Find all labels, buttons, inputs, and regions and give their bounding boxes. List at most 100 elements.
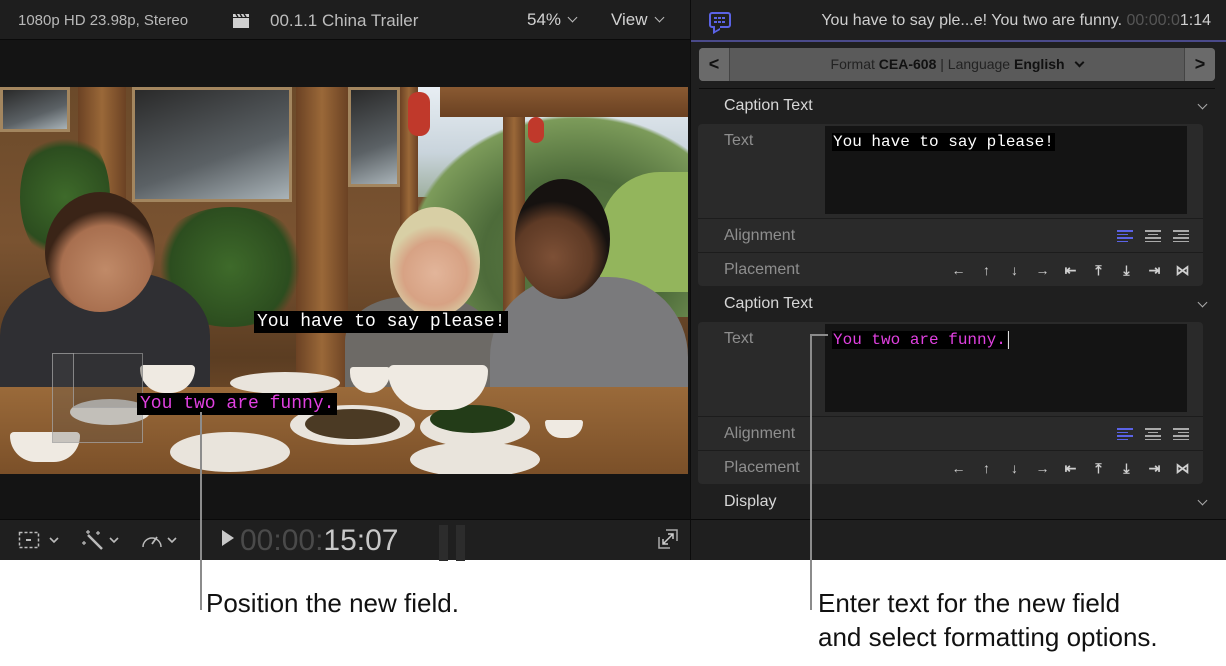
viewer: 1080p HD 23.98p, Stereo 00.1.1 China Tra… (0, 0, 690, 561)
enhance-menu[interactable] (82, 529, 124, 551)
alignment-buttons (1117, 428, 1189, 440)
divider (699, 88, 1215, 89)
caption-text-value: You two are funny. (832, 331, 1007, 349)
align-right-edge-icon[interactable]: ⇥ (1146, 460, 1163, 476)
format-info: 1080p HD 23.98p, Stereo (18, 12, 189, 29)
inspector-header: You have to say ple...e! You two are fun… (691, 0, 1226, 42)
inspector-title: You have to say ple...e! You two are fun… (821, 12, 1211, 30)
caption-summary: You have to say ple...e! You two are fun… (821, 12, 1123, 29)
callout-position-field: Position the new field. (206, 588, 459, 618)
section-caption-text-2[interactable]: Caption Text (724, 295, 813, 313)
align-left-icon[interactable] (1117, 428, 1133, 440)
separator: | (940, 56, 944, 72)
align-left-icon[interactable] (1117, 230, 1133, 242)
clip-title: 00.1.1 China Trailer (270, 11, 419, 30)
caption-position-handle-inner (73, 353, 143, 408)
scene-lantern (528, 117, 544, 143)
video-frame[interactable]: You have to say please! You two are funn… (0, 87, 688, 474)
chevron-down-icon[interactable] (1197, 99, 1208, 110)
text-label: Text (724, 330, 754, 347)
chevron-down-icon (654, 12, 664, 23)
inspector-footer (691, 519, 1226, 560)
scene-window (348, 87, 400, 187)
section-display[interactable]: Display (724, 493, 776, 511)
row-divider (698, 450, 1203, 451)
format-label: Format (830, 56, 875, 72)
align-right-icon[interactable] (1173, 428, 1189, 440)
placement-buttons: ← ↑ ↓ → ⇤ ⤒ ⤓ ⇥ ⋈ (950, 262, 1191, 278)
scene-window (132, 87, 292, 202)
callout-line-right-tick (810, 334, 828, 336)
chevron-down-icon (1074, 57, 1085, 68)
next-caption-button[interactable]: > (1184, 48, 1215, 81)
play-icon[interactable] (222, 530, 234, 546)
caption-text-value: You have to say please! (832, 133, 1055, 151)
align-right-icon[interactable] (1173, 230, 1189, 242)
text-label: Text (724, 132, 754, 149)
placement-label: Placement (724, 261, 800, 278)
move-up-icon[interactable]: ↑ (978, 460, 995, 476)
chevron-down-icon[interactable] (1197, 297, 1208, 308)
move-down-icon[interactable]: ↓ (1006, 262, 1023, 278)
chevron-down-icon (567, 12, 578, 23)
align-right-edge-icon[interactable]: ⇥ (1146, 262, 1163, 278)
fullscreen-icon (658, 529, 678, 549)
align-bottom-edge-icon[interactable]: ⤓ (1118, 460, 1135, 476)
scene-post (503, 87, 525, 317)
zoom-value: 54% (527, 10, 562, 29)
align-center-icon[interactable] (1145, 230, 1161, 242)
scene-lantern (408, 92, 430, 136)
format-value: CEA-608 (878, 56, 937, 72)
scene-post (296, 87, 348, 387)
scene-person-left-head (45, 192, 155, 312)
move-right-icon[interactable]: → (1034, 460, 1051, 476)
caption-overlay-2[interactable]: You two are funny. (137, 393, 338, 415)
captions-icon-line (714, 17, 726, 19)
center-horizontal-icon[interactable]: ⋈ (1174, 460, 1191, 476)
row-divider (698, 218, 1203, 219)
align-top-edge-icon[interactable]: ⤒ (1090, 460, 1107, 476)
section-caption-text-1[interactable]: Caption Text (724, 97, 813, 115)
caption-text-field-1[interactable]: You have to say please! (825, 126, 1187, 214)
row-divider (698, 416, 1203, 417)
transform-menu[interactable] (18, 529, 66, 551)
caption-overlay-1[interactable]: You have to say please! (254, 311, 509, 333)
callout-line-left (200, 412, 202, 610)
align-center-icon[interactable] (1145, 428, 1161, 440)
callout-enter-text-line1: Enter text for the new field (818, 588, 1121, 618)
caption-text-field-2[interactable]: You two are funny. (825, 324, 1187, 412)
text-cursor (1007, 330, 1009, 349)
scene-person-right-head (515, 179, 610, 299)
fullscreen-button[interactable] (658, 529, 678, 551)
callout-enter-text-line2: and select formatting options. (818, 622, 1158, 652)
previous-caption-button[interactable]: < (699, 48, 730, 81)
move-down-icon[interactable]: ↓ (1006, 460, 1023, 476)
header-timecode-dim: 00:00:0 (1126, 12, 1180, 29)
move-right-icon[interactable]: → (1034, 262, 1051, 278)
align-top-edge-icon[interactable]: ⤒ (1090, 262, 1107, 278)
timecode-dim: 00:00: (240, 524, 324, 557)
audio-meter-left (439, 525, 448, 561)
zoom-menu[interactable]: 54% (527, 10, 578, 30)
viewer-toolbar: 00:00:15:07 (0, 519, 690, 561)
clapperboard-icon (233, 13, 249, 28)
placement-buttons: ← ↑ ↓ → ⇤ ⤒ ⤓ ⇥ ⋈ (950, 460, 1191, 476)
align-bottom-edge-icon[interactable]: ⤓ (1118, 262, 1135, 278)
viewer-header: 1080p HD 23.98p, Stereo 00.1.1 China Tra… (0, 0, 690, 40)
language-label: Language (947, 56, 1011, 72)
align-left-edge-icon[interactable]: ⇤ (1062, 460, 1079, 476)
chevron-down-icon[interactable] (1197, 495, 1208, 506)
scene-plate (410, 442, 540, 474)
move-up-icon[interactable]: ↑ (978, 262, 995, 278)
move-left-icon[interactable]: ← (950, 262, 967, 278)
enhance-wand-icon (82, 530, 119, 550)
caption-inspector: You have to say ple...e! You two are fun… (690, 0, 1226, 560)
center-horizontal-icon[interactable]: ⋈ (1174, 262, 1191, 278)
speed-gauge-icon (142, 536, 177, 548)
speed-menu[interactable] (140, 529, 182, 551)
format-language-menu[interactable]: Format CEA-608 | Language English (729, 48, 1185, 81)
view-menu[interactable]: View (611, 10, 664, 30)
timecode-display[interactable]: 00:00:15:07 (222, 524, 399, 558)
align-left-edge-icon[interactable]: ⇤ (1062, 262, 1079, 278)
move-left-icon[interactable]: ← (950, 460, 967, 476)
